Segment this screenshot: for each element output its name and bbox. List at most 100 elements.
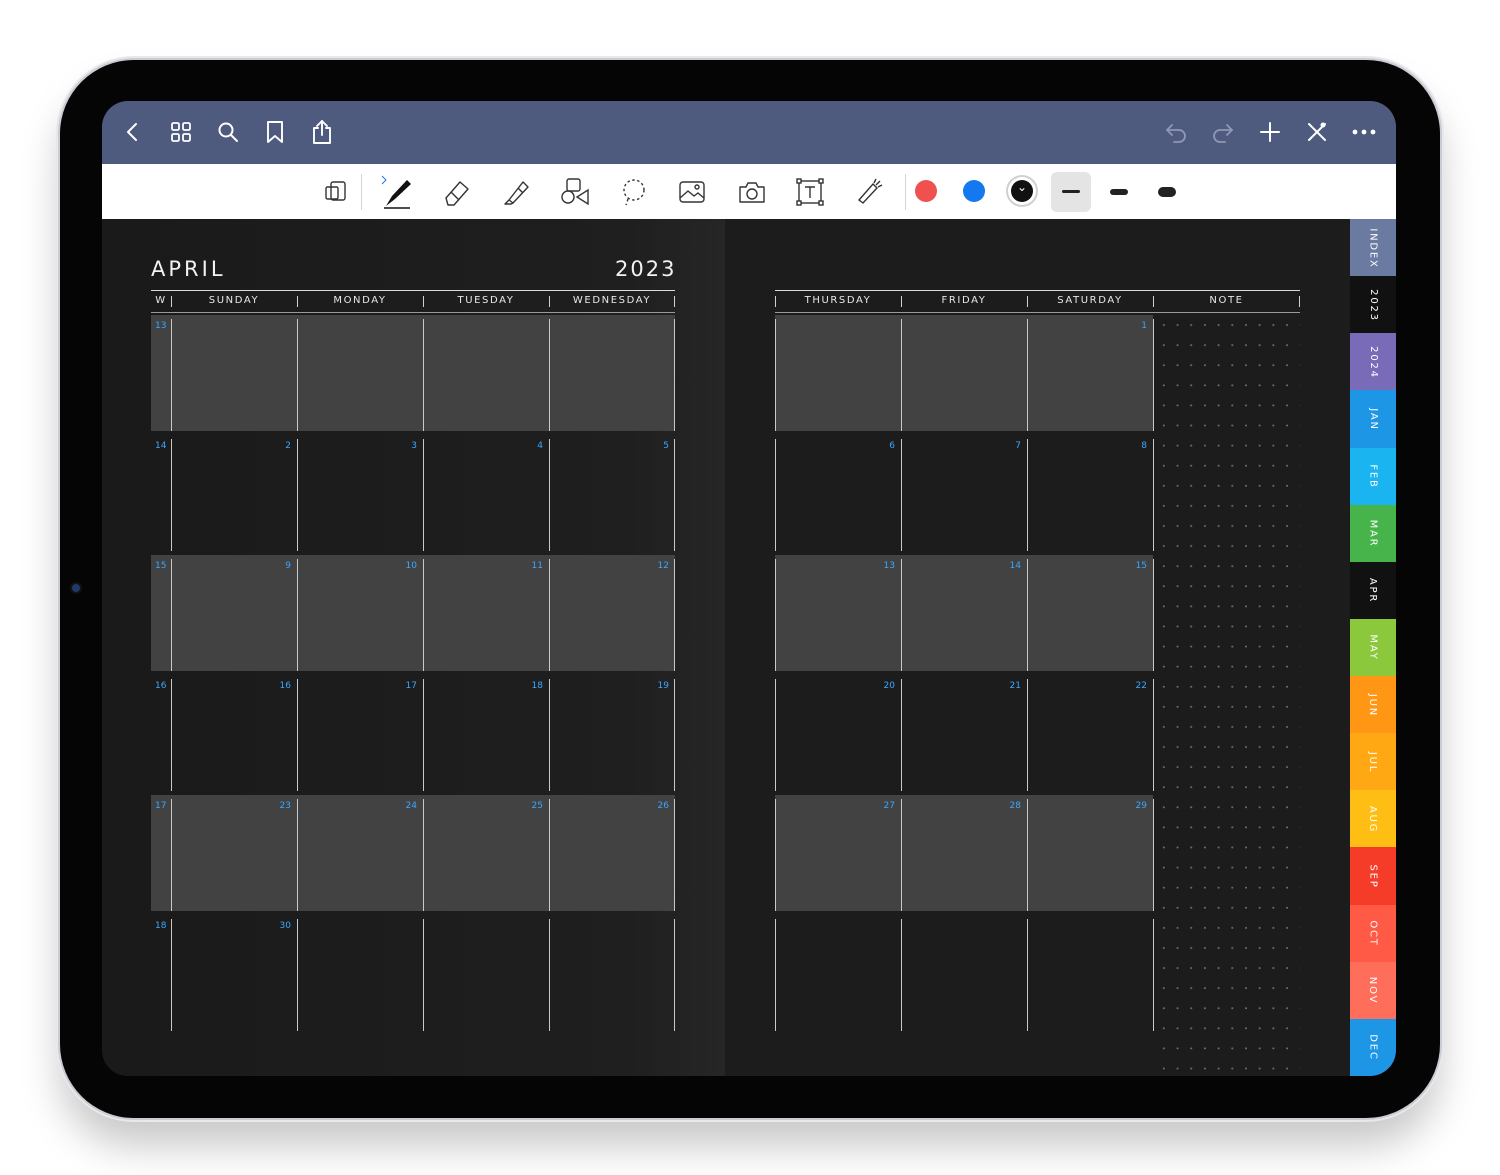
close-icon[interactable] [1300,115,1334,149]
page-view-icon[interactable] [316,172,356,212]
column-line [171,799,172,911]
tab-2024[interactable]: 2024 [1350,333,1396,392]
tab-sep[interactable]: SEP [1350,847,1396,906]
week-number: 17 [155,801,167,811]
day-cell[interactable] [775,559,901,671]
day-cell[interactable] [423,439,549,551]
text-icon[interactable] [790,172,830,212]
day-cell[interactable] [549,439,675,551]
grid-icon[interactable] [164,115,198,149]
tab-label: 2024 [1367,345,1379,379]
tab-jan[interactable]: JAN [1350,390,1396,449]
tab-index[interactable]: INDEX [1350,219,1396,277]
note-dot-grid[interactable] [1157,315,1300,1076]
day-cell[interactable] [775,679,901,791]
lasso-icon[interactable] [614,172,654,212]
day-cell[interactable] [1027,679,1153,791]
column-line [775,679,776,791]
day-number: 24 [405,801,417,811]
column-line [1027,559,1028,671]
day-cell[interactable] [423,319,549,431]
tab-jun[interactable]: JUN [1350,676,1396,735]
tab-label: FEB [1367,464,1379,489]
tab-apr[interactable]: APR [1350,561,1396,620]
day-cell[interactable] [297,439,423,551]
tab-nov[interactable]: NOV [1350,961,1396,1020]
header-separator [171,296,172,307]
day-cell[interactable] [171,559,297,671]
tab-mar[interactable]: MAR [1350,504,1396,563]
day-cell[interactable] [297,319,423,431]
stroke-thick-button[interactable] [1147,172,1187,212]
day-cell[interactable] [549,799,675,911]
day-cell[interactable] [171,439,297,551]
day-cell[interactable] [901,679,1027,791]
day-cell[interactable] [901,439,1027,551]
share-icon[interactable] [305,115,339,149]
day-cell[interactable] [549,319,675,431]
stroke-medium-button[interactable] [1099,172,1139,212]
day-number: 26 [657,801,669,811]
tab-jul[interactable]: JUL [1350,733,1396,792]
day-cell[interactable] [423,679,549,791]
day-cell[interactable] [171,679,297,791]
day-cell[interactable] [1027,919,1153,1031]
header-separator [1153,296,1154,307]
day-cell[interactable] [423,799,549,911]
day-number: 30 [279,921,291,931]
shapes-icon[interactable] [554,172,594,212]
highlighter-icon[interactable] [495,172,535,212]
color-swatch[interactable] [915,180,937,202]
day-cell[interactable] [423,919,549,1031]
header-separator [1027,296,1028,307]
day-cell[interactable] [297,799,423,911]
day-cell[interactable] [171,799,297,911]
tab-oct[interactable]: OCT [1350,904,1396,963]
day-cell[interactable] [1027,799,1153,911]
add-icon[interactable] [1253,115,1287,149]
tab-2023[interactable]: 2023 [1350,276,1396,335]
tab-may[interactable]: MAY [1350,618,1396,677]
day-cell[interactable] [297,919,423,1031]
day-cell[interactable] [775,799,901,911]
pen-icon[interactable] [377,172,417,212]
day-cell[interactable] [775,319,901,431]
day-cell[interactable] [1027,439,1153,551]
day-cell[interactable] [775,439,901,551]
tab-aug[interactable]: AUG [1350,790,1396,849]
day-cell[interactable] [171,319,297,431]
eraser-icon[interactable] [436,172,476,212]
stroke-thin-button[interactable] [1051,172,1091,212]
day-cell[interactable] [901,919,1027,1031]
day-number: 19 [657,681,669,691]
day-cell[interactable] [297,679,423,791]
undo-icon[interactable] [1159,115,1193,149]
day-cell[interactable] [775,919,901,1031]
color-swatch[interactable]: ⌄ [1011,180,1033,202]
day-cell[interactable] [1027,559,1153,671]
laser-icon[interactable] [849,172,889,212]
more-icon[interactable] [1347,115,1381,149]
day-cell[interactable] [1027,319,1153,431]
day-cell[interactable] [549,679,675,791]
camera-tool-icon[interactable] [732,172,772,212]
column-line [171,319,172,431]
day-number: 2 [285,441,291,451]
day-cell[interactable] [549,919,675,1031]
tab-feb[interactable]: FEB [1350,447,1396,506]
tab-dec[interactable]: DEC [1350,1018,1396,1076]
bookmark-icon[interactable] [258,115,292,149]
search-icon[interactable] [211,115,245,149]
color-swatch[interactable] [963,180,985,202]
day-cell[interactable] [171,919,297,1031]
image-icon[interactable] [672,172,712,212]
day-cell[interactable] [423,559,549,671]
day-cell[interactable] [901,319,1027,431]
day-cell[interactable] [297,559,423,671]
day-number: 20 [883,681,895,691]
day-cell[interactable] [901,559,1027,671]
redo-icon[interactable] [1206,115,1240,149]
back-icon[interactable] [116,115,150,149]
day-cell[interactable] [901,799,1027,911]
day-cell[interactable] [549,559,675,671]
